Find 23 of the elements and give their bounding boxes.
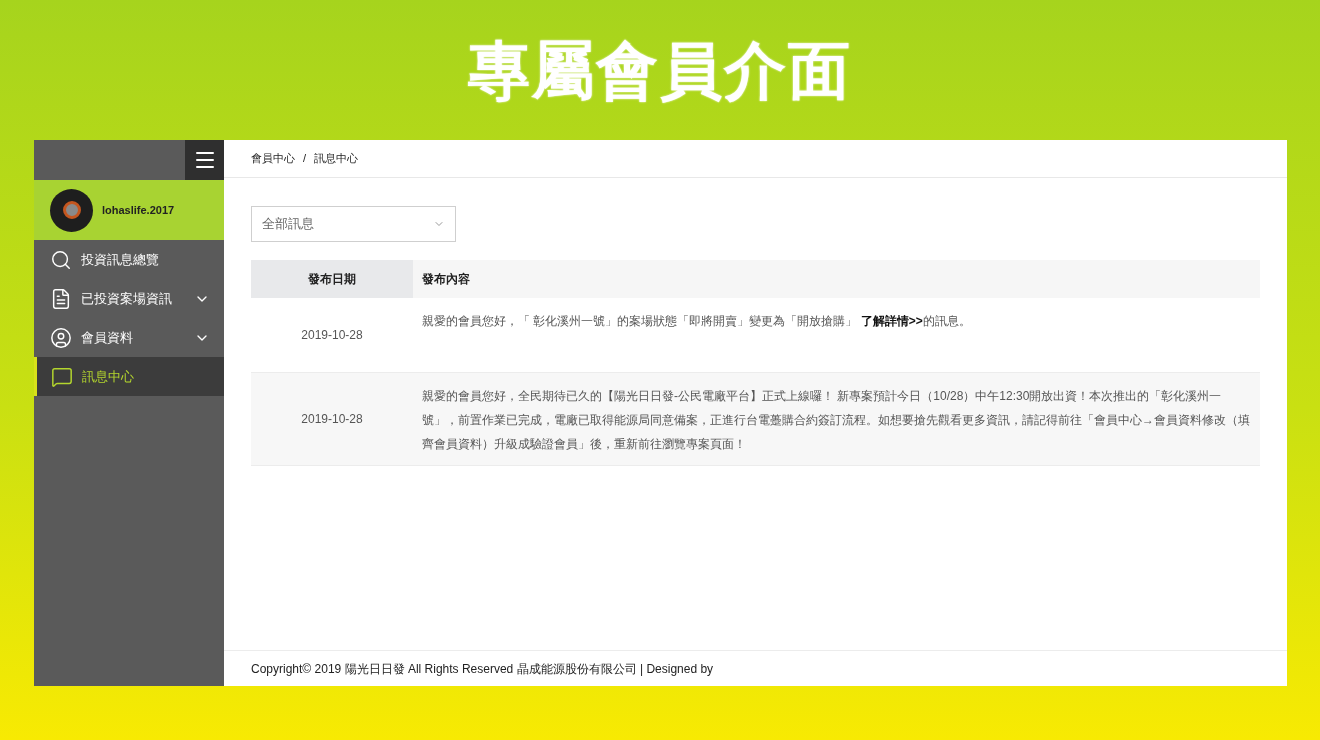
column-header: 發布日期 <box>251 260 413 298</box>
search-icon <box>50 248 72 271</box>
sidebar-item[interactable]: 會員資料 <box>34 318 224 357</box>
user-icon <box>50 326 72 349</box>
menu-button[interactable] <box>185 140 224 180</box>
message-text: 親愛的會員您好，全民期待已久的【陽光日日發-公民電廠平台】正式上線囉！ 新專案預計今日（10/28）中午12:30開放出資！本次推出的「彰化溪州一號」，前置作業已完成，電廠已取得能源局同意備案，正進行台電躉購合約簽訂流程。如想要搶先觀看更多資訊，請記得前往「會員中心→會員資料修改（填齊會員資料）升級成驗證會員」後，重新前往瀏覽專案頁面！ <box>422 389 1250 451</box>
sidebar-item[interactable]: 投資訊息總覽 <box>34 240 224 279</box>
breadcrumb-link[interactable]: 會員中心 <box>251 150 295 167</box>
footer-text: Copyright© 2019 陽光日日發 All Rights Reserved 晶成能源股份有限公司 | Designed by <box>251 660 714 678</box>
message-text: 親愛的會員您好，「 彰化溪州一號」的案場狀態「即將開賣」變更為「開放搶購」 了解詳情>>的訊息。 <box>422 314 971 328</box>
breadcrumb-link[interactable]: 訊息中心 <box>314 150 359 167</box>
chat-icon <box>51 365 73 388</box>
date-cell-text: 2019-10-28 <box>300 411 364 428</box>
avatar <box>50 188 93 232</box>
sidebar-item[interactable]: 已投資案場資訊 <box>34 279 224 318</box>
filter-dropdown[interactable]: 全部訊息 <box>251 206 456 242</box>
username: lohaslife.2017 <box>102 202 175 218</box>
date-cell-text: 2019-10-28 <box>300 327 364 344</box>
document-icon <box>50 287 72 310</box>
breadcrumb-separator: / <box>303 151 307 167</box>
banner-title: 專屬會員介面 <box>468 32 852 109</box>
column-header: 發布內容 <box>413 260 1260 298</box>
sidebar-item[interactable]: 訊息中心 <box>34 357 224 396</box>
